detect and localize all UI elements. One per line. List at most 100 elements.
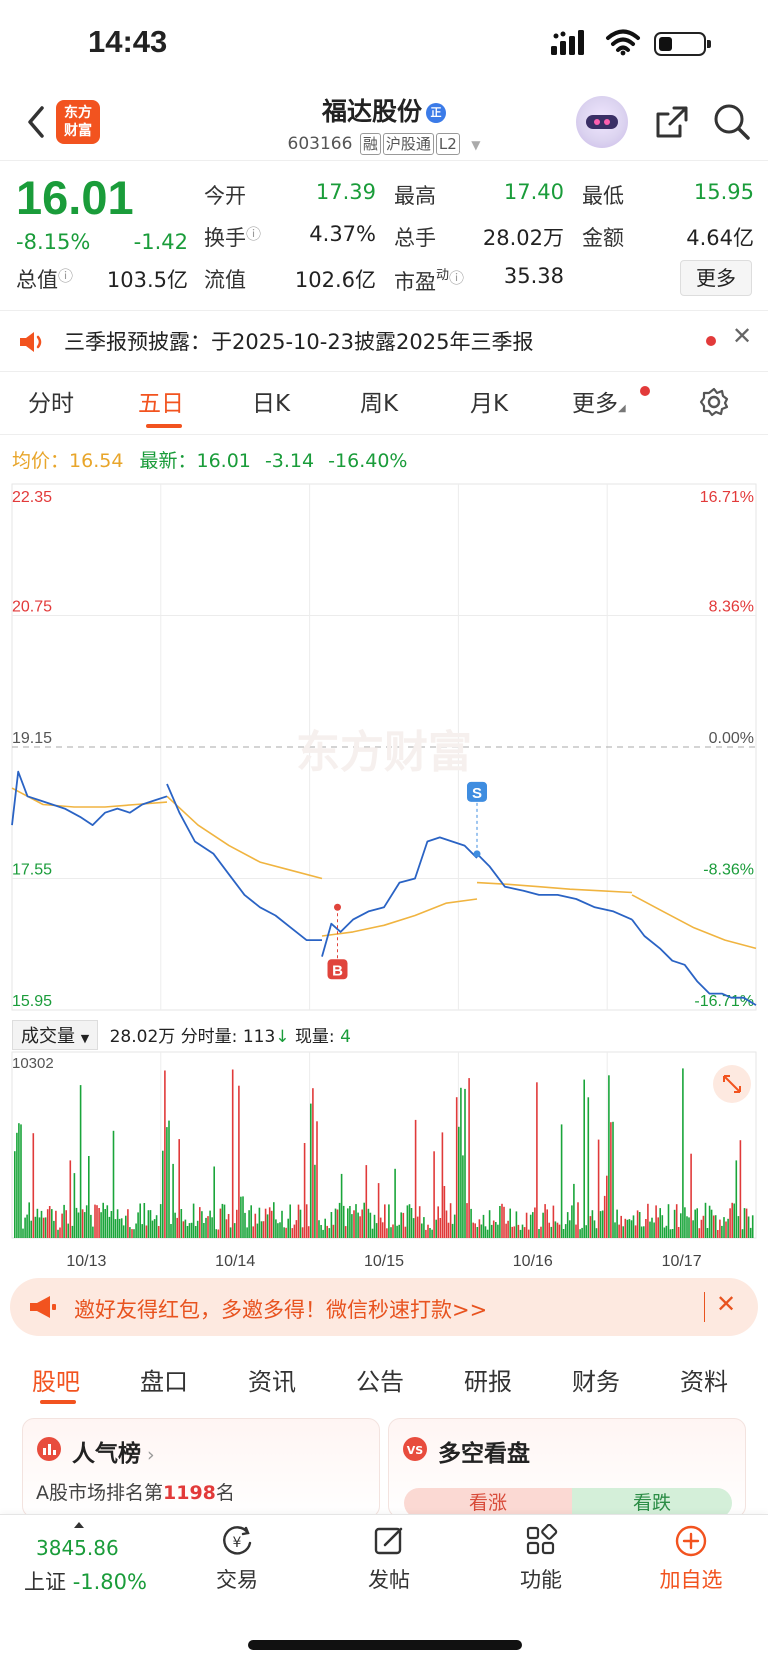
- nav-add-watchlist[interactable]: 加自选: [636, 1524, 746, 1594]
- volume-bar: [365, 1165, 368, 1238]
- tab-announcements[interactable]: 公告: [356, 1362, 404, 1397]
- volume-bar: [147, 1210, 150, 1238]
- notice-text[interactable]: 三季报预披露：于2025-10-23披露2025年三季报: [64, 326, 533, 356]
- volume-bar: [599, 1211, 602, 1238]
- volume-bar: [690, 1153, 692, 1238]
- tab-finance[interactable]: 财务: [572, 1362, 620, 1397]
- share-icon[interactable]: [652, 102, 692, 142]
- volume-bar: [447, 1222, 450, 1238]
- tab-more[interactable]: 更多◢: [572, 384, 626, 418]
- volume-bar: [190, 1222, 193, 1238]
- close-notice-icon[interactable]: ✕: [732, 322, 752, 350]
- volume-bar: [474, 1223, 476, 1238]
- minute-volume-label: 分时量:: [180, 1027, 238, 1047]
- volume-bar: [453, 1214, 456, 1238]
- volume-bar: [735, 1160, 738, 1238]
- expand-caret-icon[interactable]: [74, 1522, 84, 1528]
- volume-bar: [279, 1222, 281, 1238]
- tab-research[interactable]: 研报: [464, 1362, 512, 1397]
- volume-bar: [743, 1208, 746, 1238]
- battery-icon: [654, 32, 711, 56]
- index-line[interactable]: 上证 -1.80%: [24, 1566, 147, 1596]
- volume-bar: [131, 1229, 133, 1238]
- volume-bar: [32, 1133, 35, 1238]
- more-quote-button[interactable]: 更多: [680, 260, 752, 296]
- y-tick-label-right: 0.00%: [709, 730, 754, 747]
- info-icon[interactable]: ⓘ: [449, 269, 464, 287]
- volume-bar: [143, 1203, 146, 1238]
- indicator-selector[interactable]: 成交量 ▼: [12, 1020, 99, 1050]
- volume-bar: [248, 1210, 250, 1238]
- volume-bar: [153, 1219, 156, 1238]
- tab-profile[interactable]: 资料: [680, 1362, 728, 1397]
- pe-label: 市盈动ⓘ: [394, 268, 465, 294]
- tab-forum[interactable]: 股吧: [32, 1362, 80, 1397]
- tab-order-book[interactable]: 盘口: [140, 1362, 188, 1397]
- volume-bar: [118, 1218, 121, 1238]
- info-icon[interactable]: ⓘ: [58, 267, 73, 285]
- index-value[interactable]: 3845.86: [36, 1536, 119, 1560]
- volume-bar: [145, 1225, 148, 1238]
- volume-bar: [480, 1224, 483, 1238]
- volume-bar: [344, 1226, 347, 1238]
- settings-gear-icon[interactable]: [698, 386, 730, 418]
- tab-monthly-k[interactable]: 月K: [470, 384, 508, 418]
- tab-five-day[interactable]: 五日: [138, 384, 184, 418]
- volume-bar: [332, 1224, 335, 1238]
- five-day-chart[interactable]: 22.35 16.71% 20.75 8.36% 19.15 0.00% 17.55 -8.3…: [0, 470, 768, 1270]
- volume-bar: [647, 1203, 649, 1238]
- volume-bar: [287, 1218, 289, 1238]
- y-tick-label-left: 20.75: [12, 599, 52, 616]
- nav-trade[interactable]: ¥ 交易: [182, 1524, 292, 1594]
- volume-bar: [445, 1210, 448, 1238]
- chart-info-line: 均价：16.54 最新：16.01 -3.14 -16.40%: [12, 446, 407, 473]
- close-invite-icon[interactable]: ✕: [716, 1290, 736, 1318]
- nav-post[interactable]: 发帖: [334, 1524, 444, 1594]
- volume-bar: [560, 1124, 563, 1238]
- volume-bar: [69, 1160, 72, 1238]
- volume-bar: [246, 1227, 248, 1238]
- tab-intraday[interactable]: 分时: [28, 384, 74, 418]
- open-label: 今开: [204, 184, 246, 208]
- volume-bar: [626, 1219, 629, 1238]
- tab-news[interactable]: 资讯: [248, 1362, 296, 1397]
- tab-daily-k[interactable]: 日K: [252, 384, 290, 418]
- float-cap-value: 102.6亿: [294, 268, 376, 292]
- volume-bar: [65, 1210, 67, 1238]
- volume-bar: [739, 1140, 742, 1238]
- volume-bar: [227, 1214, 230, 1238]
- ai-assistant-avatar[interactable]: [576, 96, 628, 148]
- volume-bar: [643, 1226, 645, 1238]
- volume-bar: [291, 1228, 294, 1238]
- current-price: 16.01: [16, 171, 134, 224]
- volume-bar: [166, 1127, 168, 1238]
- marker-label: S: [472, 785, 482, 802]
- volume-bar: [217, 1229, 220, 1238]
- volume-bar: [106, 1205, 109, 1238]
- volume-bar: [550, 1226, 553, 1238]
- dropdown-caret-icon[interactable]: ▼: [471, 138, 480, 152]
- avg-price-value: 16.54: [69, 450, 124, 472]
- volume-bar: [414, 1119, 417, 1238]
- volume-bar: [98, 1208, 100, 1238]
- volume-label: 总手: [394, 226, 436, 250]
- volume-bar: [375, 1223, 378, 1238]
- volume-bar: [571, 1205, 573, 1238]
- volume-bar: [608, 1075, 610, 1238]
- x-tick-label: 10/13: [66, 1253, 106, 1270]
- volume-bar: [655, 1205, 657, 1238]
- search-icon[interactable]: [712, 102, 752, 142]
- volume-bar: [351, 1214, 353, 1238]
- nav-functions[interactable]: 功能: [486, 1523, 596, 1594]
- info-icon[interactable]: ⓘ: [246, 225, 261, 243]
- grid-icon: [526, 1523, 558, 1555]
- y-tick-label-left: 22.35: [12, 489, 52, 506]
- marker-dot: [473, 850, 481, 858]
- tab-weekly-k[interactable]: 周K: [360, 384, 398, 418]
- volume-bar: [536, 1082, 538, 1238]
- volume-bar: [552, 1205, 555, 1238]
- volume-bar: [458, 1126, 460, 1238]
- home-indicator: [248, 1640, 522, 1650]
- volume-bar: [172, 1163, 174, 1238]
- invite-text[interactable]: 邀好友得红包，多邀多得！微信秒速打款>>: [74, 1294, 487, 1324]
